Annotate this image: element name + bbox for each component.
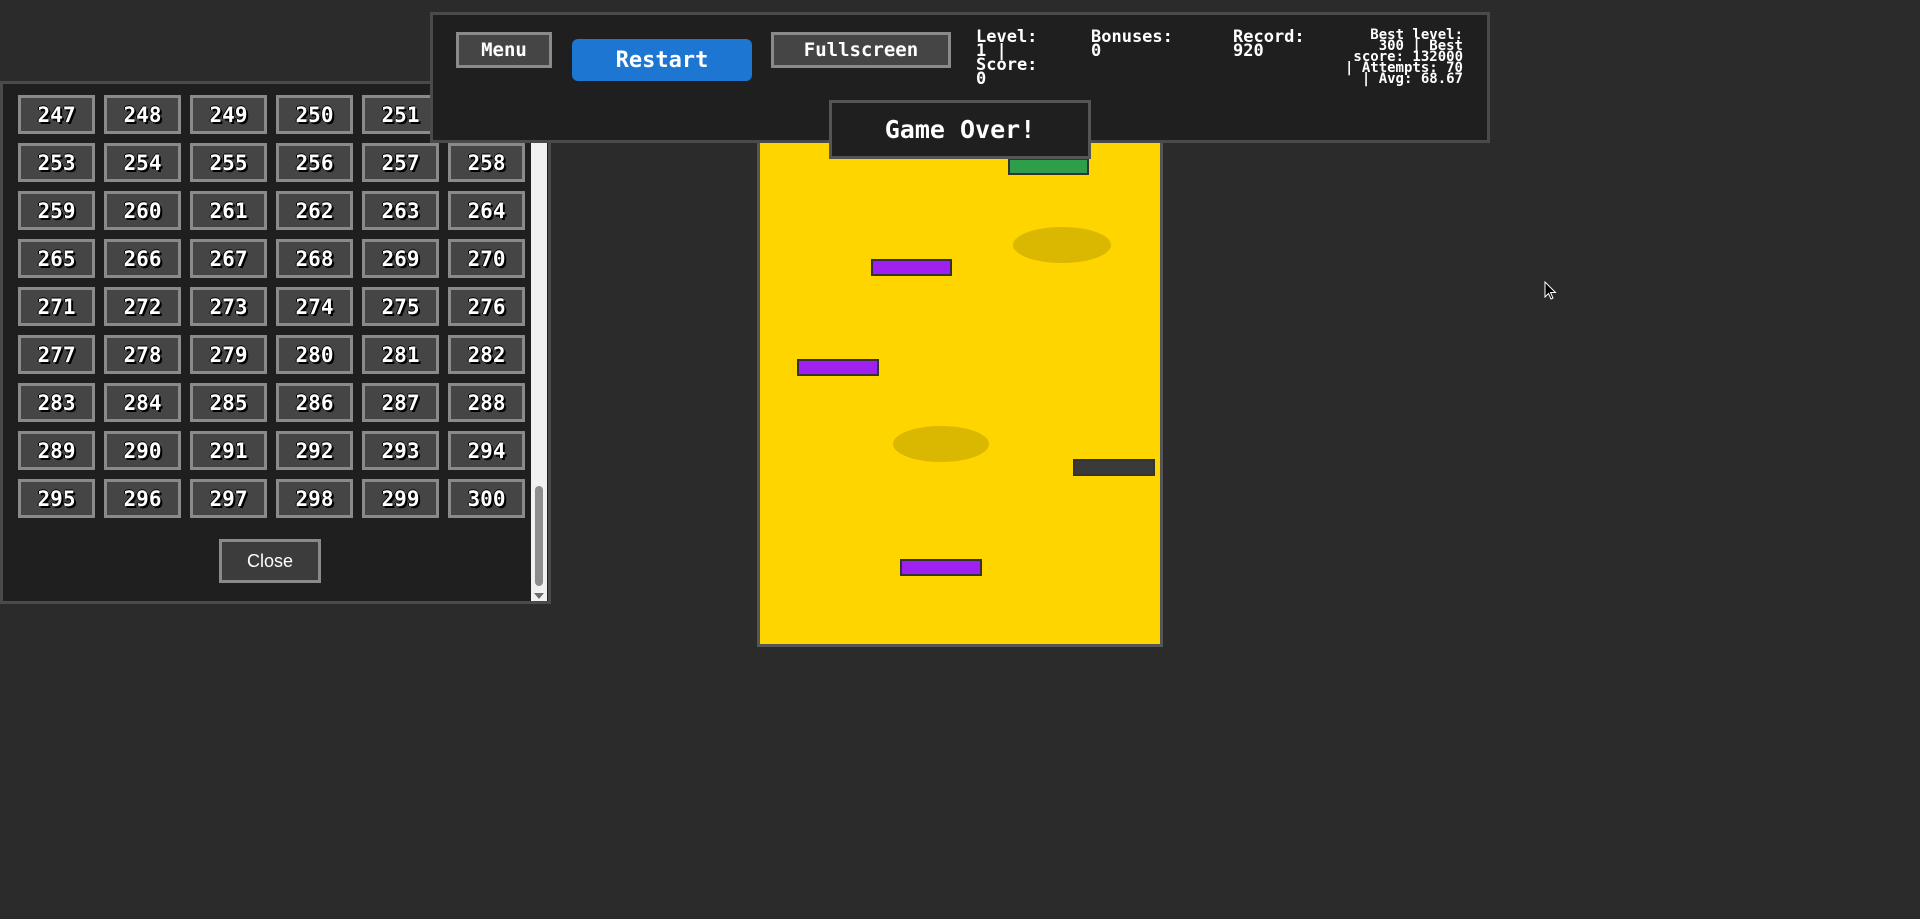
dark-platform: [1073, 459, 1155, 476]
level-button[interactable]: 253: [18, 143, 95, 182]
level-button[interactable]: 278: [104, 335, 181, 374]
level-button[interactable]: 265: [18, 239, 95, 278]
shadow-blob: [1013, 227, 1111, 263]
level-button[interactable]: 274: [276, 287, 353, 326]
level-button[interactable]: 256: [276, 143, 353, 182]
shadow-blob: [893, 426, 989, 462]
level-button[interactable]: 299: [362, 479, 439, 518]
level-button[interactable]: 271: [18, 287, 95, 326]
level-button[interactable]: 273: [190, 287, 267, 326]
level-button[interactable]: 247: [18, 95, 95, 134]
level-button[interactable]: 280: [276, 335, 353, 374]
level-button[interactable]: 261: [190, 191, 267, 230]
purple-platform: [871, 259, 952, 276]
mouse-cursor-icon: [1544, 281, 1557, 300]
level-button[interactable]: 293: [362, 431, 439, 470]
level-button[interactable]: 264: [448, 191, 525, 230]
goal-platform: [1008, 158, 1089, 175]
level-button[interactable]: 270: [448, 239, 525, 278]
game-over-banner: Game Over!: [829, 100, 1091, 159]
restart-button[interactable]: Restart: [572, 39, 752, 81]
level-button[interactable]: 276: [448, 287, 525, 326]
bonuses-stat: Bonuses: 0: [1091, 27, 1173, 61]
level-button[interactable]: 275: [362, 287, 439, 326]
level-select-panel: 2472482492502512522532542552562572582592…: [0, 81, 551, 604]
level-button[interactable]: 279: [190, 335, 267, 374]
best-stats: Best level: 300 | Best score: 132000 | A…: [1344, 27, 1472, 87]
level-button[interactable]: 290: [104, 431, 181, 470]
level-button[interactable]: 258: [448, 143, 525, 182]
purple-platform: [797, 359, 879, 376]
level-button[interactable]: 257: [362, 143, 439, 182]
level-button[interactable]: 298: [276, 479, 353, 518]
level-button[interactable]: 248: [104, 95, 181, 134]
level-button[interactable]: 285: [190, 383, 267, 422]
level-button[interactable]: 294: [448, 431, 525, 470]
level-button[interactable]: 255: [190, 143, 267, 182]
scroll-down-arrow-icon[interactable]: [534, 593, 544, 599]
scroll-thumb[interactable]: [535, 486, 543, 586]
level-button[interactable]: 300: [448, 479, 525, 518]
level-score-stat: Level: 1 | Score: 0: [976, 27, 1038, 89]
level-button[interactable]: 297: [190, 479, 267, 518]
record-stat: Record: 920: [1233, 27, 1305, 61]
level-button[interactable]: 263: [362, 191, 439, 230]
level-button[interactable]: 286: [276, 383, 353, 422]
level-button[interactable]: 288: [448, 383, 525, 422]
level-button[interactable]: 250: [276, 95, 353, 134]
level-button[interactable]: 266: [104, 239, 181, 278]
level-button[interactable]: 251: [362, 95, 439, 134]
level-button[interactable]: 268: [276, 239, 353, 278]
game-field[interactable]: [757, 100, 1163, 647]
level-button[interactable]: 287: [362, 383, 439, 422]
level-button[interactable]: 262: [276, 191, 353, 230]
level-button[interactable]: 272: [104, 287, 181, 326]
level-button[interactable]: 282: [448, 335, 525, 374]
level-button[interactable]: 281: [362, 335, 439, 374]
level-button[interactable]: 260: [104, 191, 181, 230]
level-button[interactable]: 277: [18, 335, 95, 374]
menu-button[interactable]: Menu: [456, 32, 552, 68]
level-button[interactable]: 254: [104, 143, 181, 182]
level-button[interactable]: 267: [190, 239, 267, 278]
purple-platform: [900, 559, 982, 576]
scrollbar[interactable]: [531, 84, 547, 601]
level-button[interactable]: 292: [276, 431, 353, 470]
level-button[interactable]: 291: [190, 431, 267, 470]
level-button[interactable]: 289: [18, 431, 95, 470]
level-button[interactable]: 269: [362, 239, 439, 278]
level-button[interactable]: 283: [18, 383, 95, 422]
level-button[interactable]: 284: [104, 383, 181, 422]
fullscreen-button[interactable]: Fullscreen: [771, 32, 951, 68]
level-button[interactable]: 296: [104, 479, 181, 518]
close-button[interactable]: Close: [219, 539, 321, 583]
level-button[interactable]: 295: [18, 479, 95, 518]
level-button[interactable]: 249: [190, 95, 267, 134]
level-button[interactable]: 259: [18, 191, 95, 230]
